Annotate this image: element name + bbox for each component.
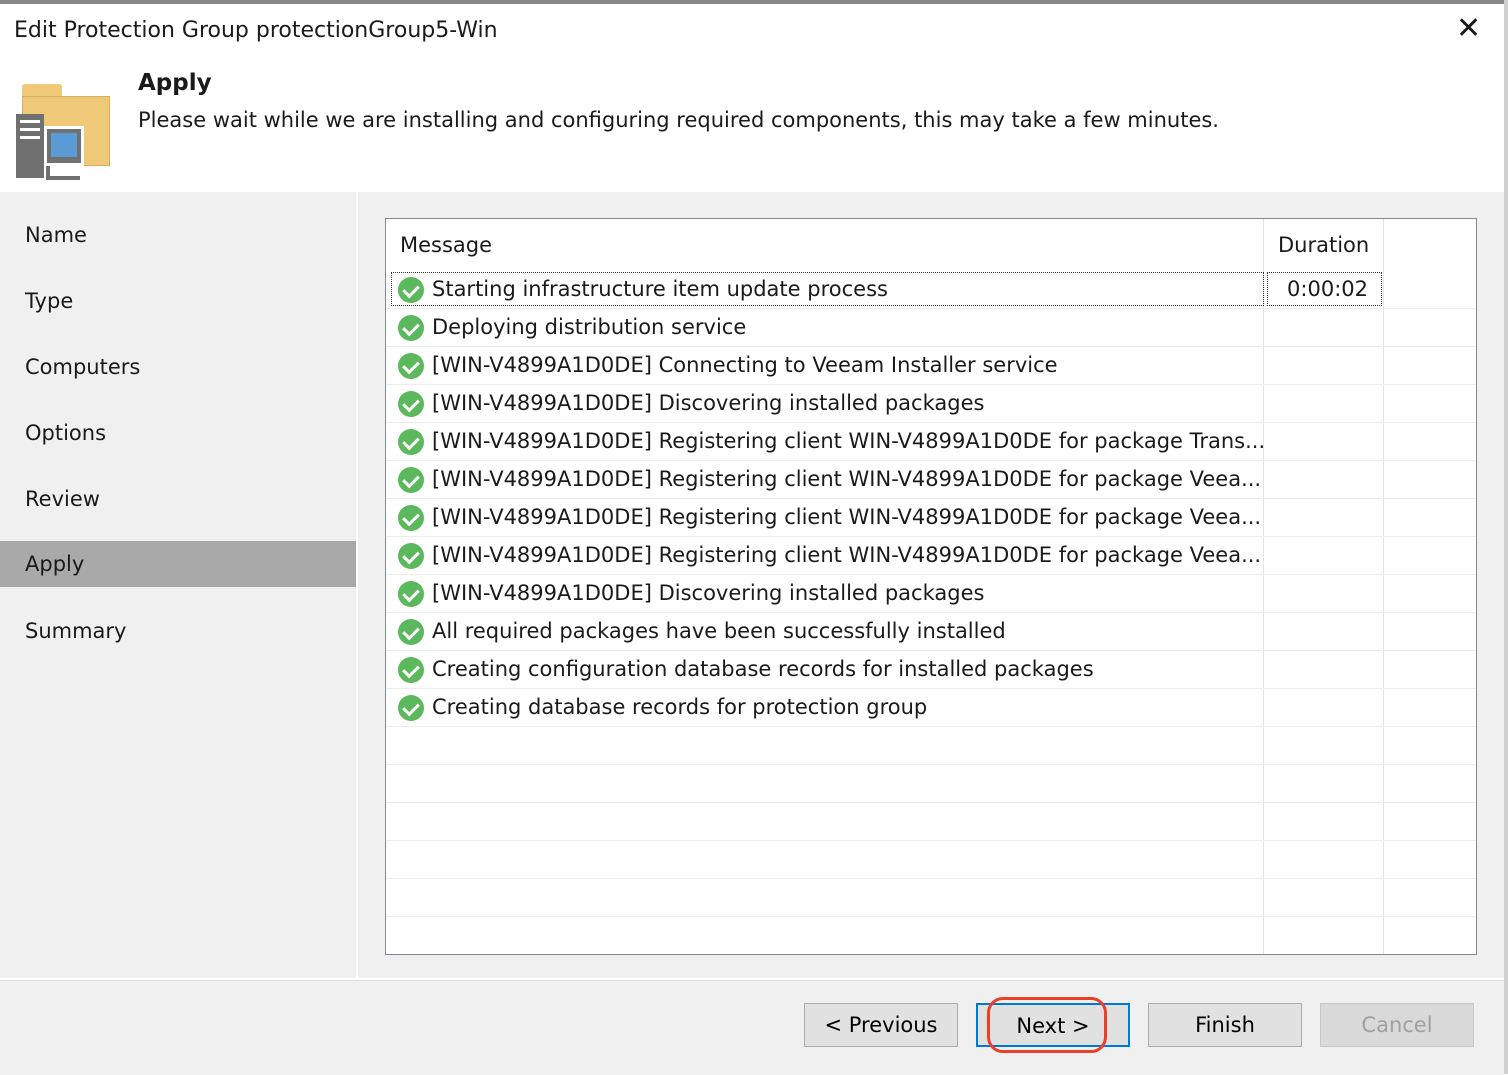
table-row[interactable]: [WIN-V4899A1D0DE] Discovering installed … bbox=[386, 575, 1476, 613]
column-header-message[interactable]: Message bbox=[386, 219, 1264, 271]
table-row[interactable]: [WIN-V4899A1D0DE] Registering client WIN… bbox=[386, 499, 1476, 537]
success-check-icon bbox=[398, 619, 424, 645]
row-message: [WIN-V4899A1D0DE] Registering client WIN… bbox=[432, 505, 1262, 529]
nav-item-apply[interactable]: Apply bbox=[0, 541, 356, 587]
row-message: Starting infrastructure item update proc… bbox=[432, 277, 888, 301]
row-message: [WIN-V4899A1D0DE] Discovering installed … bbox=[432, 391, 985, 415]
success-check-icon bbox=[398, 657, 424, 683]
row-message: [WIN-V4899A1D0DE] Registering client WIN… bbox=[432, 543, 1262, 567]
nav-item-options[interactable]: Options bbox=[0, 410, 356, 456]
row-message: Creating configuration database records … bbox=[432, 657, 1094, 681]
success-check-icon bbox=[398, 277, 424, 303]
cancel-button: Cancel bbox=[1320, 1003, 1474, 1047]
folder-computer-icon bbox=[16, 84, 110, 180]
close-icon[interactable]: ✕ bbox=[1456, 14, 1481, 44]
success-check-icon bbox=[398, 695, 424, 721]
table-row[interactable]: Creating database records for protection… bbox=[386, 689, 1476, 727]
wizard-steps-sidebar: Name Type Computers Options Review Apply Summa… bbox=[0, 192, 356, 978]
table-row[interactable]: [WIN-V4899A1D0DE] Registering client WIN… bbox=[386, 461, 1476, 499]
empty-row bbox=[386, 917, 1476, 954]
row-message: [WIN-V4899A1D0DE] Discovering installed … bbox=[432, 581, 985, 605]
nav-item-review[interactable]: Review bbox=[0, 476, 356, 522]
window-border bbox=[1504, 0, 1508, 1074]
success-check-icon bbox=[398, 543, 424, 569]
row-message: [WIN-V4899A1D0DE] Connecting to Veeam In… bbox=[432, 353, 1058, 377]
table-row[interactable]: All required packages have been successf… bbox=[386, 613, 1476, 651]
window-title: Edit Protection Group protectionGroup5-W… bbox=[14, 18, 498, 43]
nav-item-summary[interactable]: Summary bbox=[0, 608, 356, 654]
log-table: Message Duration Starting infrastructure… bbox=[385, 218, 1477, 955]
step-title: Apply bbox=[138, 70, 212, 96]
column-header-duration[interactable]: Duration bbox=[1264, 219, 1382, 271]
success-check-icon bbox=[398, 429, 424, 455]
background-window-edge bbox=[0, 0, 1508, 4]
row-message: [WIN-V4899A1D0DE] Registering client WIN… bbox=[432, 429, 1266, 453]
success-check-icon bbox=[398, 467, 424, 493]
table-row[interactable]: Creating configuration database records … bbox=[386, 651, 1476, 689]
success-check-icon bbox=[398, 353, 424, 379]
success-check-icon bbox=[398, 391, 424, 417]
finish-button[interactable]: Finish bbox=[1148, 1003, 1302, 1047]
table-row[interactable]: [WIN-V4899A1D0DE] Registering client WIN… bbox=[386, 537, 1476, 575]
table-row[interactable]: Starting infrastructure item update proc… bbox=[386, 271, 1476, 309]
table-row[interactable]: [WIN-V4899A1D0DE] Registering client WIN… bbox=[386, 423, 1476, 461]
empty-row bbox=[386, 727, 1476, 765]
empty-row bbox=[386, 765, 1476, 803]
next-button[interactable]: Next > bbox=[976, 1003, 1130, 1047]
row-message: [WIN-V4899A1D0DE] Registering client WIN… bbox=[432, 467, 1262, 491]
step-description: Please wait while we are installing and … bbox=[138, 108, 1219, 132]
previous-button[interactable]: < Previous bbox=[804, 1003, 958, 1047]
table-row[interactable]: Deploying distribution service bbox=[386, 309, 1476, 347]
empty-row bbox=[386, 841, 1476, 879]
row-message: Creating database records for protection… bbox=[432, 695, 928, 719]
nav-item-computers[interactable]: Computers bbox=[0, 344, 356, 390]
table-row[interactable]: [WIN-V4899A1D0DE] Connecting to Veeam In… bbox=[386, 347, 1476, 385]
row-message: Deploying distribution service bbox=[432, 315, 747, 339]
row-duration: 0:00:02 bbox=[1287, 277, 1368, 301]
row-message: All required packages have been successf… bbox=[432, 619, 1006, 643]
nav-item-name[interactable]: Name bbox=[0, 212, 356, 258]
success-check-icon bbox=[398, 315, 424, 341]
empty-row bbox=[386, 879, 1476, 917]
table-row[interactable]: [WIN-V4899A1D0DE] Discovering installed … bbox=[386, 385, 1476, 423]
success-check-icon bbox=[398, 581, 424, 607]
success-check-icon bbox=[398, 505, 424, 531]
empty-row bbox=[386, 803, 1476, 841]
nav-item-type[interactable]: Type bbox=[0, 278, 356, 324]
